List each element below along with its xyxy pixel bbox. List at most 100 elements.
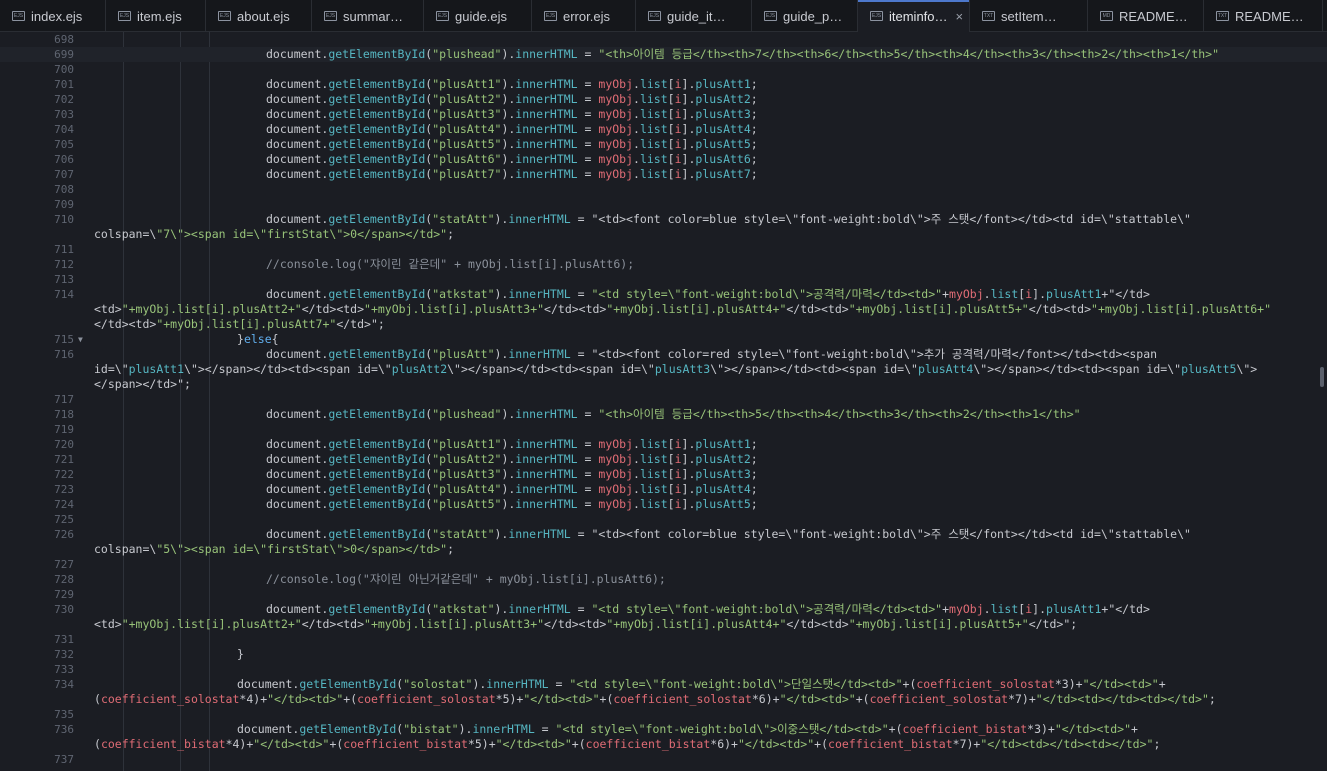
code-line[interactable]: 702 document.getElementById("plusAtt2").i… xyxy=(0,92,1327,107)
code-line[interactable]: (coefficient_solostat*4)+"</td><td>"+(co… xyxy=(0,692,1327,707)
code-line[interactable]: 705 document.getElementById("plusAtt5").i… xyxy=(0,137,1327,152)
code-line[interactable]: 721 document.getElementById("plusAtt2").i… xyxy=(0,452,1327,467)
ejs-file-icon: EJS xyxy=(12,11,25,21)
line-number: 737 xyxy=(54,753,74,766)
code-line[interactable]: 730 document.getElementById("atkstat").in… xyxy=(0,602,1327,617)
code-text: document.getElementById("plusAtt2").inne… xyxy=(266,452,758,466)
code-line[interactable]: </td><td>"+myObj.list[i].plusAtt7+"</td>… xyxy=(0,317,1327,332)
code-line[interactable]: 708 xyxy=(0,182,1327,197)
tab-label: iteminfo… xyxy=(889,8,948,24)
code-line[interactable]: 707 document.getElementById("plusAtt7").i… xyxy=(0,167,1327,182)
tab-4[interactable]: EJS guide.ejs xyxy=(424,0,532,32)
code-line[interactable]: 733 xyxy=(0,662,1327,677)
tab-10[interactable]: MD README… xyxy=(1088,0,1204,32)
code-editor[interactable]: 698 699 document.getElementById("plushead"… xyxy=(0,32,1327,771)
code-text: document.getElementById("plusAtt3").inne… xyxy=(266,467,758,481)
tab-9[interactable]: TXT setItem… xyxy=(970,0,1088,32)
code-text: document.getElementById("plusAtt").inner… xyxy=(266,347,1158,361)
tab-1[interactable]: EJS item.ejs xyxy=(106,0,206,32)
code-line[interactable]: </span></td>"; xyxy=(0,377,1327,392)
code-line[interactable]: 737 xyxy=(0,752,1327,767)
code-line[interactable]: 728 //console.log("쟈이린 아닌거같은데" + myObj.li… xyxy=(0,572,1327,587)
code-line[interactable]: colspan=\"7\"><span id=\"firstStat\">0</… xyxy=(0,227,1327,242)
code-text: (coefficient_solostat*4)+"</td><td>"+(co… xyxy=(94,692,1216,706)
line-number: 713 xyxy=(54,273,74,286)
code-line[interactable]: 734 document.getElementById("solostat").i… xyxy=(0,677,1327,692)
tab-11[interactable]: TXT README… xyxy=(1204,0,1323,32)
code-line[interactable]: 732} xyxy=(0,647,1327,662)
line-number: 721 xyxy=(54,453,74,466)
tab-label: about.ejs xyxy=(237,8,290,24)
code-line[interactable]: <td>"+myObj.list[i].plusAtt2+"</td><td>"… xyxy=(0,302,1327,317)
code-line[interactable]: 701 document.getElementById("plusAtt1").i… xyxy=(0,77,1327,92)
code-text: } xyxy=(237,647,244,661)
line-number: 707 xyxy=(54,168,74,181)
code-line[interactable]: 735 xyxy=(0,707,1327,722)
code-line[interactable]: 716 document.getElementById("plusAtt").in… xyxy=(0,347,1327,362)
code-line[interactable]: 717 xyxy=(0,392,1327,407)
tab-5[interactable]: EJS error.ejs xyxy=(532,0,636,32)
code-line[interactable]: (coefficient_bistat*4)+"</td><td>"+(coef… xyxy=(0,737,1327,752)
code-line[interactable]: 722 document.getElementById("plusAtt3").i… xyxy=(0,467,1327,482)
code-text: document.getElementById("plusAtt4").inne… xyxy=(266,122,758,136)
tab-7[interactable]: EJS guide_p… xyxy=(752,0,858,32)
code-text: document.getElementById("plusAtt4").inne… xyxy=(266,482,758,496)
code-line[interactable]: <td>"+myObj.list[i].plusAtt2+"</td><td>"… xyxy=(0,617,1327,632)
tab-label: guide.ejs xyxy=(455,8,508,24)
code-line[interactable]: 736 document.getElementById("bistat").inn… xyxy=(0,722,1327,737)
code-line[interactable]: 731 xyxy=(0,632,1327,647)
code-line[interactable]: 719 xyxy=(0,422,1327,437)
line-number: 736 xyxy=(54,723,74,736)
code-line[interactable]: 723 document.getElementById("plusAtt4").i… xyxy=(0,482,1327,497)
code-line[interactable]: 711 xyxy=(0,242,1327,257)
code-line[interactable]: 725 xyxy=(0,512,1327,527)
line-number: 717 xyxy=(54,393,74,406)
tab-0[interactable]: EJS index.ejs xyxy=(0,0,106,32)
code-line[interactable]: 710 document.getElementById("statAtt").in… xyxy=(0,212,1327,227)
tab-3[interactable]: EJS summar… xyxy=(312,0,424,32)
ejs-file-icon: EJS xyxy=(118,11,131,21)
code-line[interactable]: colspan=\"5\"><span id=\"firstStat\">0</… xyxy=(0,542,1327,557)
code-line[interactable]: 704 document.getElementById("plusAtt4").i… xyxy=(0,122,1327,137)
code-line[interactable]: 720 document.getElementById("plusAtt1").i… xyxy=(0,437,1327,452)
code-line[interactable]: 729 xyxy=(0,587,1327,602)
code-line[interactable]: 726 document.getElementById("statAtt").in… xyxy=(0,527,1327,542)
line-number: 711 xyxy=(54,243,74,256)
fold-chevron-icon[interactable]: ▼ xyxy=(78,332,83,347)
code-text: document.getElementById("plusAtt2").inne… xyxy=(266,92,758,106)
line-number: 699 xyxy=(54,48,74,61)
code-line[interactable]: 712 //console.log("쟈이린 같은데" + myObj.list[… xyxy=(0,257,1327,272)
line-number: 716 xyxy=(54,348,74,361)
code-line[interactable]: 724 document.getElementById("plusAtt5").i… xyxy=(0,497,1327,512)
code-line[interactable]: 699 document.getElementById("plushead").i… xyxy=(0,47,1327,62)
code-text: document.getElementById("plusAtt1").inne… xyxy=(266,437,758,451)
code-line[interactable]: 727 xyxy=(0,557,1327,572)
line-number: 718 xyxy=(54,408,74,421)
code-line[interactable]: 703 document.getElementById("plusAtt3").i… xyxy=(0,107,1327,122)
code-text: document.getElementById("atkstat").inner… xyxy=(266,602,1150,616)
tab-label: README… xyxy=(1235,8,1304,24)
line-number: 733 xyxy=(54,663,74,676)
code-line[interactable]: 709 xyxy=(0,197,1327,212)
code-text: </td><td>"+myObj.list[i].plusAtt7+"</td>… xyxy=(94,317,385,331)
line-number: 709 xyxy=(54,198,74,211)
code-line[interactable]: 718 document.getElementById("plushead").i… xyxy=(0,407,1327,422)
code-line[interactable]: id=\"plusAtt1\"></span></td><td><span id… xyxy=(0,362,1327,377)
tab-6[interactable]: EJS guide_it… xyxy=(636,0,752,32)
code-text: <td>"+myObj.list[i].plusAtt2+"</td><td>"… xyxy=(94,617,1078,631)
code-text: colspan=\"7\"><span id=\"firstStat\">0</… xyxy=(94,227,455,241)
code-text: }else{ xyxy=(237,332,279,346)
tab-8[interactable]: EJS iteminfo… × xyxy=(858,0,970,32)
code-line[interactable]: 706 document.getElementById("plusAtt6").i… xyxy=(0,152,1327,167)
line-number: 700 xyxy=(54,63,74,76)
line-number: 702 xyxy=(54,93,74,106)
code-line[interactable]: 715 ▼}else{ xyxy=(0,332,1327,347)
code-line[interactable]: 698 xyxy=(0,32,1327,47)
close-icon[interactable]: × xyxy=(956,9,964,24)
code-line[interactable]: 713 xyxy=(0,272,1327,287)
ejs-file-icon: EJS xyxy=(544,11,557,21)
line-number: 712 xyxy=(54,258,74,271)
tab-2[interactable]: EJS about.ejs xyxy=(206,0,312,32)
code-line[interactable]: 700 xyxy=(0,62,1327,77)
code-line[interactable]: 714 document.getElementById("atkstat").in… xyxy=(0,287,1327,302)
